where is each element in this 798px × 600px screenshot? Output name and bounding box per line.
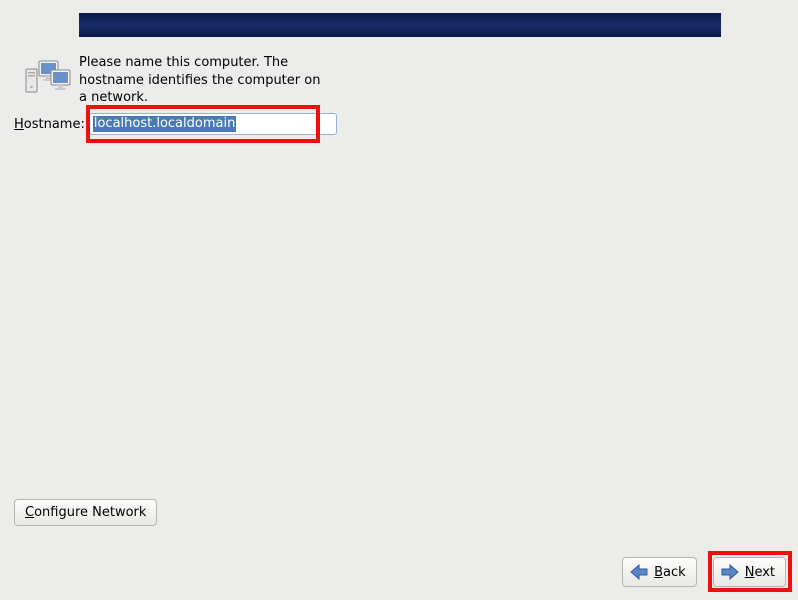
hostname-row: Hostname: localhost.localdomain	[14, 113, 337, 135]
arrow-right-icon	[719, 561, 741, 583]
instruction-text: Please name this computer. The hostname …	[79, 54, 329, 107]
header-bar	[79, 13, 721, 37]
next-button[interactable]: Next	[713, 557, 786, 587]
configure-network-button[interactable]: Configure Network	[14, 499, 157, 526]
nav-button-bar: Back Next	[622, 557, 786, 587]
network-computers-icon	[24, 57, 72, 97]
arrow-left-icon	[628, 561, 650, 583]
hostname-input[interactable]	[89, 113, 337, 135]
back-button[interactable]: Back	[622, 557, 697, 587]
hostname-label: Hostname:	[14, 117, 85, 132]
